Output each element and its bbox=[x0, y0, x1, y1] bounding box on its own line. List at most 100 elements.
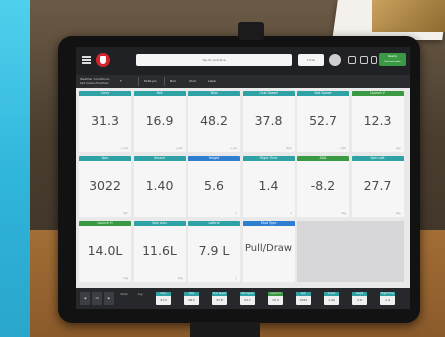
summary-cell[interactable]: Flight Time 1.4 bbox=[380, 292, 395, 305]
settings-icon[interactable] bbox=[348, 56, 356, 64]
toolbar-item[interactable]: Ball bbox=[170, 78, 176, 85]
app-toolbar: Weather Conditions Set Indoor/Outdoor T … bbox=[76, 75, 410, 88]
metric-unit: deg bbox=[123, 277, 128, 280]
metric-tile[interactable]: Total 48.2 y yds bbox=[188, 91, 240, 152]
summary-cell[interactable]: Carry 31.3 bbox=[156, 292, 171, 305]
metric-value: 5.6 bbox=[204, 178, 224, 193]
metric-value: 31.3 bbox=[91, 113, 119, 128]
metric-unit: y yds bbox=[121, 147, 128, 150]
ready-button[interactable]: Ready Trackman Indoor bbox=[379, 53, 406, 66]
app-logo-icon bbox=[96, 53, 110, 67]
metric-label: Spin Loft bbox=[351, 156, 404, 161]
metric-tile-grid: Carry 31.3 y yds Roll 16.9 y yds Total 48.2 y yd… bbox=[79, 91, 407, 286]
metric-label: Height bbox=[188, 156, 240, 161]
metric-tile[interactable]: Carry 31.3 y yds bbox=[79, 91, 131, 152]
metric-unit: rpm bbox=[122, 212, 128, 215]
session-search-bar[interactable]: tap for practice bbox=[136, 54, 292, 66]
shot-count[interactable]: 10 bbox=[92, 292, 102, 305]
toolbar-divider bbox=[164, 77, 165, 86]
background-card-picture bbox=[372, 0, 445, 32]
metric-label: Lateral bbox=[188, 221, 240, 226]
metric-unit: y bbox=[235, 277, 237, 280]
metric-label: Smash bbox=[133, 156, 186, 161]
metric-label: AOA bbox=[297, 156, 349, 161]
summary-cell-value: 5.6 bbox=[357, 298, 362, 302]
summary-cell[interactable]: Spin 3022 bbox=[296, 292, 311, 305]
summary-cell[interactable]: Ball Speed 52.7 bbox=[240, 292, 255, 305]
metric-unit: y yds bbox=[175, 147, 183, 150]
metric-unit: y bbox=[235, 212, 237, 215]
summary-cell-value: 12.3 bbox=[272, 298, 279, 302]
summary-cell[interactable]: Smash 1.40 bbox=[324, 292, 339, 305]
metric-value: 37.8 bbox=[254, 113, 283, 128]
metric-value: 11.6L bbox=[142, 243, 177, 258]
metric-value: 52.7 bbox=[309, 113, 337, 128]
menu-icon[interactable] bbox=[82, 56, 91, 64]
weather-subtitle: Set Indoor/Outdoor bbox=[80, 81, 109, 85]
metric-label: Ball Speed bbox=[297, 91, 349, 96]
metric-tile[interactable]: Flight Time 1.4 s bbox=[242, 156, 295, 217]
ready-sublabel: Trackman Indoor bbox=[384, 61, 401, 63]
toolbar-item[interactable]: Label bbox=[208, 78, 216, 85]
background-sky-panel bbox=[0, 0, 30, 337]
metric-value: 1.40 bbox=[145, 178, 174, 193]
layout-icon[interactable] bbox=[371, 56, 377, 64]
metric-unit: deg bbox=[341, 212, 346, 215]
metric-tile[interactable]: Club Speed 37.8 mph bbox=[242, 91, 295, 152]
metric-label: Launch V bbox=[351, 91, 404, 96]
metric-tile[interactable]: Roll 16.9 y yds bbox=[133, 91, 186, 152]
weather-conditions[interactable]: Weather Conditions Set Indoor/Outdoor bbox=[80, 77, 110, 85]
metric-value: 16.9 bbox=[145, 113, 174, 128]
summary-cell[interactable]: Club Speed 37.8 bbox=[212, 292, 227, 305]
metric-label: Club Speed bbox=[242, 91, 295, 96]
metric-value: 1.4 bbox=[258, 178, 279, 193]
metric-label: Launch H bbox=[79, 221, 131, 226]
app-top-bar: tap for practice 7 Iron Ready Trackman I… bbox=[76, 47, 410, 75]
metric-tile[interactable]: AOA -8.2 deg bbox=[297, 156, 349, 217]
metric-value: 27.7 bbox=[363, 178, 392, 193]
metric-tile[interactable]: Spin 3022 rpm bbox=[79, 156, 131, 217]
summary-cell[interactable]: Total 48.2 bbox=[184, 292, 199, 305]
metric-value: 48.2 bbox=[200, 113, 228, 128]
summary-cell-value: 52.7 bbox=[244, 298, 251, 302]
toolbar-item[interactable]: Shot bbox=[189, 78, 196, 85]
metric-label: Total bbox=[188, 91, 240, 96]
metric-unit: mph bbox=[285, 147, 292, 150]
metric-unit: deg bbox=[395, 147, 401, 150]
metric-unit: deg bbox=[395, 212, 401, 215]
next-shot-button[interactable]: ▶ bbox=[104, 292, 114, 305]
tablet-stand-base bbox=[190, 322, 260, 337]
summary-cell[interactable]: Launch V 12.3 bbox=[268, 292, 283, 305]
previous-shot-button[interactable]: ◀ bbox=[80, 292, 90, 305]
summary-cell-value: 3022 bbox=[299, 298, 308, 302]
metric-tile[interactable]: Spin Loft 27.7 deg bbox=[351, 156, 404, 217]
summary-cell[interactable]: Height 5.6 bbox=[352, 292, 367, 305]
metric-tile[interactable]: Launch H 14.0L deg bbox=[79, 221, 131, 282]
metric-value: 7.9 L bbox=[198, 243, 230, 258]
toolbar-item[interactable]: T bbox=[120, 78, 122, 85]
metric-label: Flight Time bbox=[242, 156, 295, 161]
toolbar-item[interactable]: Multi-pin bbox=[144, 78, 157, 85]
metric-label: Spin Axis bbox=[133, 221, 186, 226]
metric-tile[interactable]: Smash 1.40 bbox=[133, 156, 186, 217]
metric-tile[interactable]: Shot Type Pull/Draw bbox=[242, 221, 295, 282]
metric-unit: y yds bbox=[230, 147, 237, 150]
metric-value: 12.3 bbox=[363, 113, 392, 128]
metric-tile[interactable]: Lateral 7.9 L y bbox=[188, 221, 240, 282]
summary-row-label: Shots bbox=[120, 293, 128, 296]
metric-unit: s bbox=[290, 212, 292, 215]
grid-icon[interactable] bbox=[360, 56, 368, 64]
metric-tile[interactable]: Height 5.6 y bbox=[188, 156, 240, 217]
tablet-stand-clip bbox=[238, 22, 264, 40]
metric-tile[interactable]: Spin Axis 11.6L deg bbox=[133, 221, 186, 282]
metric-tile[interactable]: Ball Speed 52.7 mph bbox=[297, 91, 349, 152]
club-selector[interactable]: 7 Iron bbox=[298, 54, 324, 66]
toggle-button[interactable] bbox=[329, 54, 341, 66]
summary-cell-value: 1.40 bbox=[328, 298, 335, 302]
metric-value: Pull/Draw bbox=[244, 243, 293, 254]
metric-unit: mph bbox=[340, 147, 346, 150]
metric-label: Shot Type bbox=[242, 221, 295, 226]
metric-tile[interactable]: Launch V 12.3 deg bbox=[351, 91, 404, 152]
bottom-summary-strip: ◀ 10 ▶ Shots Avg Carry 31.3 Total 48.2 Club Speed… bbox=[76, 288, 410, 309]
tablet-screen: tap for practice 7 Iron Ready Trackman I… bbox=[76, 47, 410, 309]
